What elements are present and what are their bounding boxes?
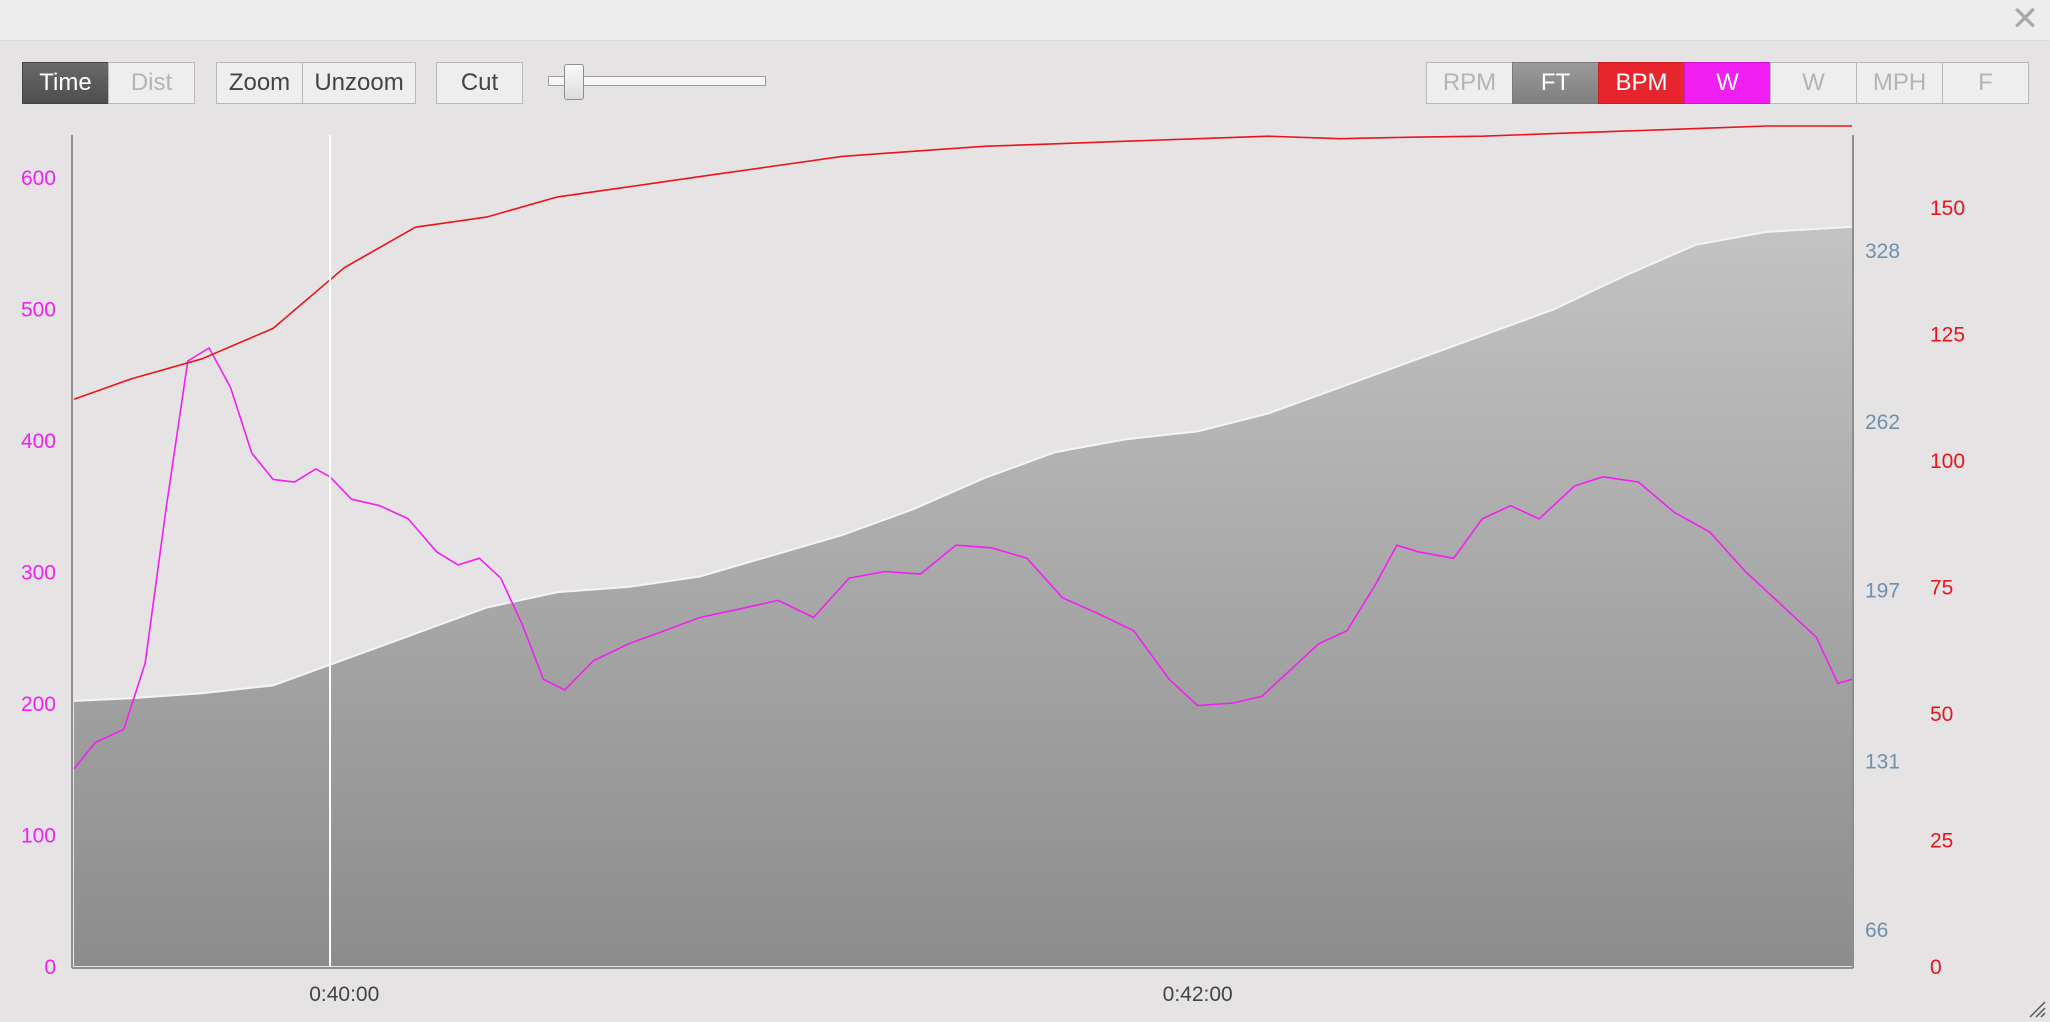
- left-axis-tick-label: 300: [21, 562, 56, 585]
- right-axis-tick-label: 75: [1930, 577, 1953, 600]
- left-axis-tick-label: 0: [44, 956, 56, 979]
- left-axis-tick-label: 600: [21, 167, 56, 190]
- x-axis-tick-label: 0:42:00: [1163, 983, 1233, 1006]
- left-axis-tick-label: 100: [21, 825, 56, 848]
- elevation-axis-tick-label: 262: [1865, 411, 1900, 434]
- resize-grip-icon[interactable]: [2028, 1000, 2046, 1018]
- elevation-axis-tick-label: 328: [1865, 240, 1900, 263]
- left-axis-tick-label: 200: [21, 693, 56, 716]
- elevation-axis-tick-label: 197: [1865, 580, 1900, 603]
- left-axis-tick-label: 400: [21, 430, 56, 453]
- right-axis-tick-label: 125: [1930, 324, 1965, 347]
- right-axis-tick-label: 150: [1930, 197, 1965, 220]
- right-axis-tick-label: 50: [1930, 703, 1953, 726]
- right-axis-tick-label: 100: [1930, 450, 1965, 473]
- right-axis-tick-label: 0: [1930, 956, 1942, 979]
- workout-chart[interactable]: 0 100 200 300 400 500 600 0 25 50 75 100 125 150 66 131…: [0, 0, 2050, 1022]
- elevation-axis-tick-label: 131: [1865, 751, 1900, 774]
- x-axis-tick-label: 0:40:00: [309, 983, 379, 1006]
- elevation-area-layer: [73, 225, 1853, 966]
- series-ft-area: [74, 226, 1852, 966]
- right-axis-tick-label: 25: [1930, 830, 1953, 853]
- elevation-axis-tick-label: 66: [1865, 919, 1888, 942]
- left-axis-tick-label: 500: [21, 299, 56, 322]
